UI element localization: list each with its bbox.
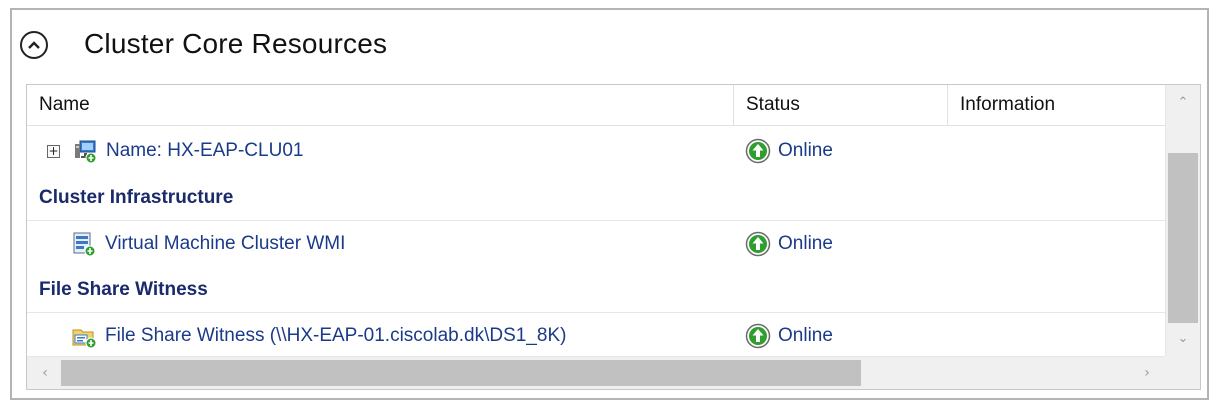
- group-label: File Share Witness: [39, 279, 208, 300]
- chevron-up-circle-icon[interactable]: [20, 31, 48, 59]
- cluster-wmi-icon: [73, 232, 96, 257]
- group-header-file-share-witness: File Share Witness: [27, 267, 1165, 313]
- resources-grid: Name Status Information + Name: HX-EAP-C…: [26, 84, 1201, 390]
- group-label: Cluster Infrastructure: [39, 187, 234, 208]
- status-label: Online: [778, 325, 833, 346]
- name-cell: + Name: HX-EAP-CLU01: [47, 128, 303, 174]
- online-arrow-icon: [745, 138, 771, 164]
- column-header-row: Name Status Information: [27, 85, 1165, 126]
- online-arrow-icon: [745, 231, 771, 257]
- table-row-cluster-name[interactable]: + Name: HX-EAP-CLU01 Online: [27, 128, 1165, 174]
- status-cell: Online: [745, 128, 833, 174]
- resource-name: Name: HX-EAP-CLU01: [106, 140, 304, 161]
- name-cell: File Share Witness (\\HX-EAP-01.ciscolab…: [71, 313, 566, 359]
- cluster-core-resources-panel: Cluster Core Resources Name Status Infor…: [10, 8, 1209, 400]
- file-share-witness-icon: [72, 329, 97, 349]
- status-label: Online: [778, 233, 833, 254]
- status-label: Online: [778, 140, 833, 161]
- table-row-cluster-wmi[interactable]: Virtual Machine Cluster WMI Online: [27, 221, 1165, 267]
- column-header-name[interactable]: Name: [27, 85, 733, 125]
- resource-rows: + Name: HX-EAP-CLU01 Online Cluster Infr…: [27, 126, 1165, 356]
- network-name-icon: [75, 140, 97, 164]
- scrollbar-corner: [1165, 356, 1200, 389]
- name-cell: Virtual Machine Cluster WMI: [71, 221, 345, 267]
- scroll-down-icon[interactable]: ⌄: [1166, 323, 1200, 353]
- scroll-left-icon[interactable]: ‹: [29, 357, 61, 389]
- panel-title: Cluster Core Resources: [84, 28, 388, 59]
- vertical-scroll-thumb[interactable]: [1168, 153, 1198, 323]
- column-header-status[interactable]: Status: [733, 85, 947, 125]
- table-row-file-share-witness[interactable]: File Share Witness (\\HX-EAP-01.ciscolab…: [27, 313, 1165, 359]
- panel-header: Cluster Core Resources: [12, 10, 1207, 82]
- vertical-scrollbar[interactable]: ⌃ ⌄: [1165, 85, 1200, 356]
- horizontal-scrollbar[interactable]: ‹ ›: [27, 356, 1165, 389]
- resource-name: Virtual Machine Cluster WMI: [105, 233, 346, 254]
- plus-box-icon[interactable]: +: [47, 144, 60, 158]
- scroll-up-icon[interactable]: ⌃: [1166, 87, 1200, 117]
- horizontal-scroll-thumb[interactable]: [61, 360, 861, 386]
- scroll-right-icon[interactable]: ›: [1131, 357, 1163, 389]
- status-cell: Online: [745, 313, 833, 359]
- group-header-cluster-infrastructure: Cluster Infrastructure: [27, 175, 1165, 221]
- resource-name: File Share Witness (\\HX-EAP-01.ciscolab…: [105, 325, 567, 346]
- column-header-information[interactable]: Information: [947, 85, 1165, 125]
- online-arrow-icon: [745, 323, 771, 349]
- status-cell: Online: [745, 221, 833, 267]
